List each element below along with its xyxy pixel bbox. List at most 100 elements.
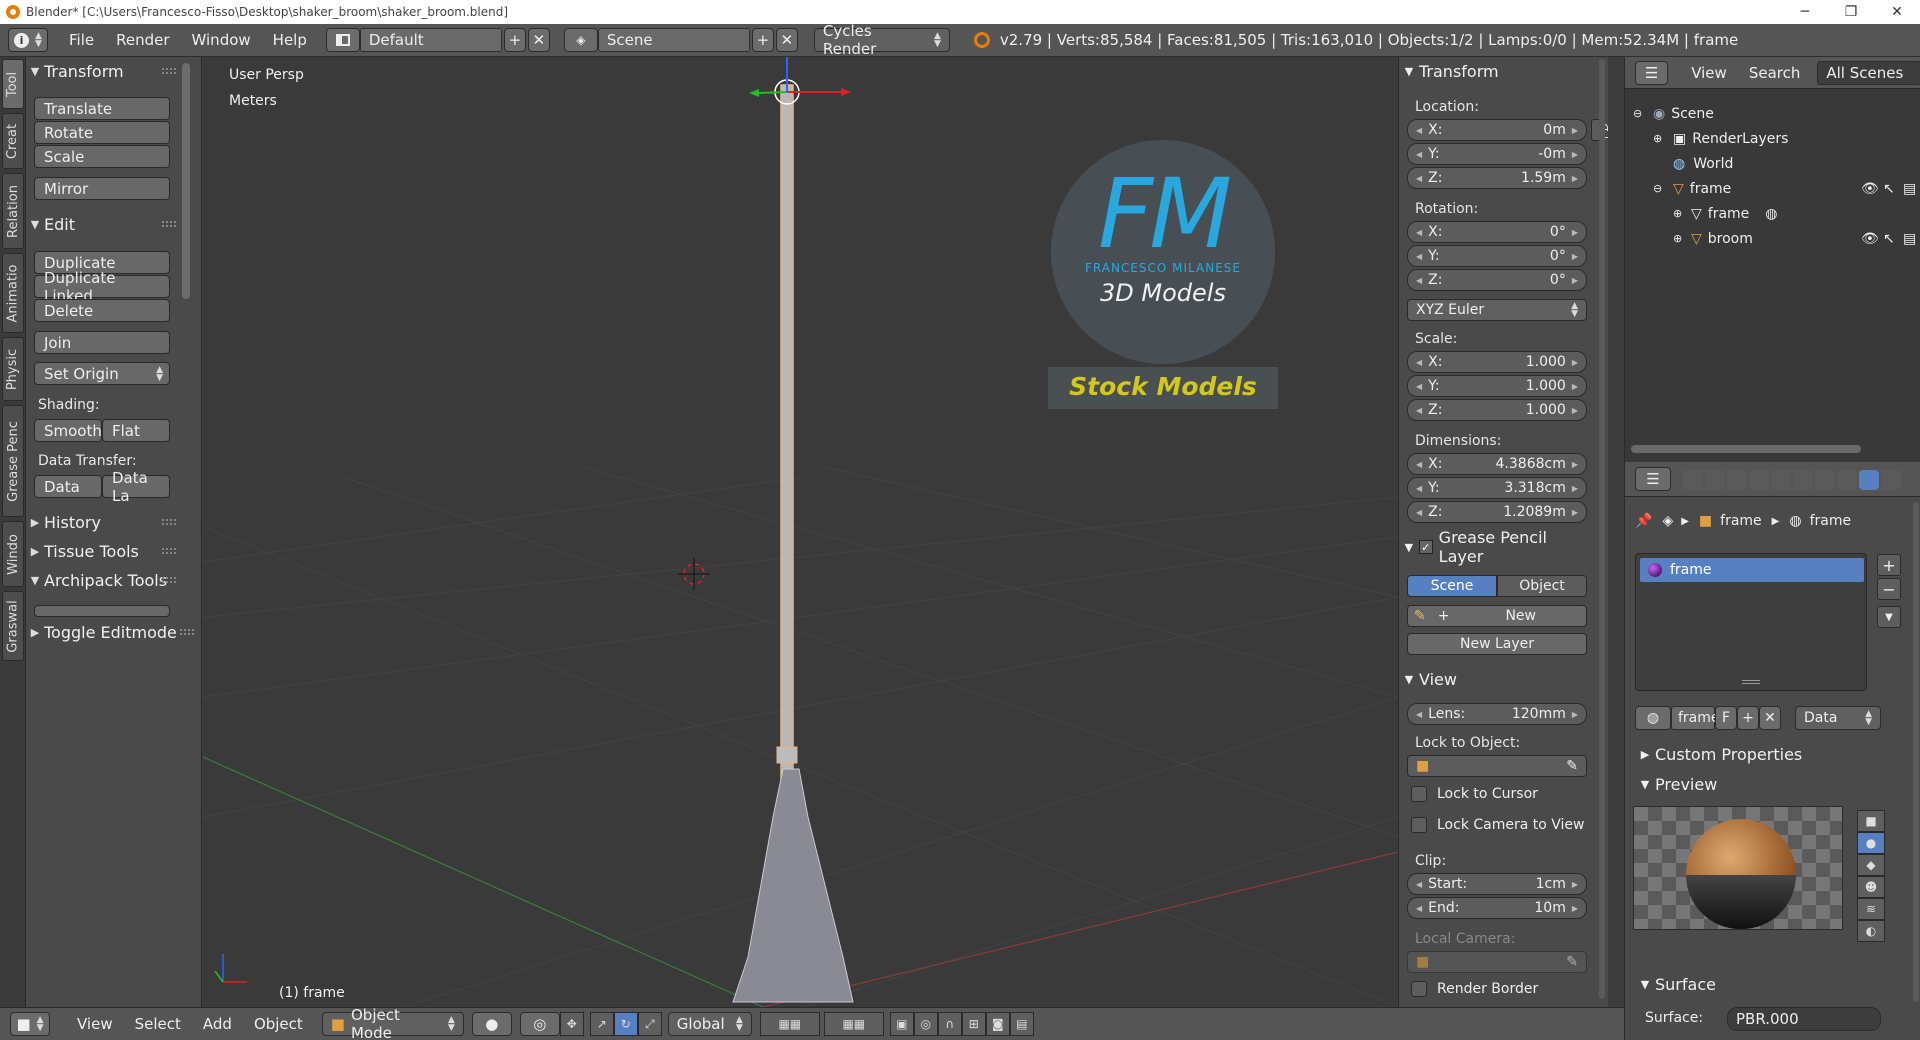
- delete-button[interactable]: Delete: [34, 299, 170, 322]
- menu-help[interactable]: Help: [262, 31, 318, 49]
- archipack-partial-button[interactable]: [34, 605, 170, 617]
- location-z-field[interactable]: ◀ Z: 1.59m ▶: [1407, 167, 1587, 189]
- panel-transform-header[interactable]: ▼ Transform: [26, 59, 202, 83]
- panel-edit-header[interactable]: ▼ Edit: [26, 212, 202, 236]
- render-layers-tab-icon[interactable]: [1705, 470, 1725, 490]
- constraints-tab-icon[interactable]: [1793, 470, 1813, 490]
- snap-toggle-button[interactable]: ∩: [937, 1012, 962, 1036]
- outliner-row-scene[interactable]: ⊖ ◉ Scene: [1625, 101, 1920, 126]
- modifiers-tab-icon[interactable]: [1815, 470, 1835, 490]
- render-border-checkbox[interactable]: [1411, 981, 1427, 997]
- location-x-field[interactable]: ◀ X: 0m ▶: [1407, 119, 1587, 141]
- layout-name-field[interactable]: Default: [359, 28, 502, 52]
- menu-file[interactable]: File: [58, 31, 105, 49]
- preview-cube-button[interactable]: ◆: [1857, 854, 1885, 876]
- join-button[interactable]: Join: [34, 331, 170, 354]
- 3d-viewport[interactable]: User Persp Meters (1) frame FM FRANCESCO…: [203, 57, 1398, 1007]
- panel-toggle-editmode-header[interactable]: ▶ Toggle Editmode: [26, 617, 202, 647]
- tab-graswal[interactable]: Graswal: [2, 591, 24, 661]
- preview-flat-button[interactable]: ■: [1857, 810, 1885, 832]
- rotate-manipulator-button[interactable]: ↻: [613, 1012, 638, 1036]
- manipulator-toggle-button[interactable]: ✥: [559, 1012, 584, 1036]
- scale-y-field[interactable]: ◀ Y: 1.000 ▶: [1407, 375, 1587, 397]
- proportional-edit-button[interactable]: ◎: [913, 1012, 938, 1036]
- preview-sphere-button[interactable]: ●: [1857, 832, 1885, 854]
- outliner-row-renderlayers[interactable]: ⊕ ▣ RenderLayers: [1625, 126, 1920, 151]
- panel-history-header[interactable]: ▶ History: [26, 510, 202, 534]
- mirror-button[interactable]: Mirror: [34, 177, 170, 200]
- unlink-material-button[interactable]: ✕: [1759, 706, 1781, 730]
- tab-create[interactable]: Creat: [2, 113, 24, 169]
- tab-animation[interactable]: Animatio: [2, 253, 24, 333]
- panel-view-header[interactable]: ▼ View: [1399, 667, 1595, 691]
- panel-surface-header[interactable]: ▼ Surface: [1635, 972, 1915, 996]
- layers-grid-1[interactable]: ▦▦: [759, 1012, 820, 1036]
- world-tab-icon[interactable]: [1749, 470, 1769, 490]
- menu-add[interactable]: Add: [192, 1015, 243, 1033]
- preview-monkey-button[interactable]: ☻: [1857, 876, 1885, 898]
- cursor-select-icon[interactable]: ↖: [1883, 231, 1895, 247]
- drag-grip-icon[interactable]: [162, 548, 176, 554]
- rotate-button[interactable]: Rotate: [34, 121, 170, 144]
- outliner-row-broom[interactable]: ⊕ ▽ broom 👁 ↖ ▤: [1625, 226, 1920, 251]
- remove-scene-button[interactable]: ✕: [775, 28, 798, 52]
- drag-grip-icon[interactable]: [162, 577, 176, 583]
- dimensions-z-field[interactable]: ◀ Z: 1.2089m ▶: [1407, 501, 1587, 523]
- clip-end-field[interactable]: ◀ End: 10m ▶: [1407, 897, 1587, 919]
- scene-tab-icon[interactable]: [1727, 470, 1747, 490]
- clip-start-field[interactable]: ◀ Start: 1cm ▶: [1407, 873, 1587, 895]
- panel-tissue-header[interactable]: ▶ Tissue Tools: [26, 539, 202, 563]
- tab-relations[interactable]: Relation: [2, 173, 24, 249]
- menu-render[interactable]: Render: [105, 31, 180, 49]
- close-button[interactable]: ✕: [1874, 0, 1920, 24]
- outliner-view-menu[interactable]: View: [1680, 64, 1738, 82]
- scale-z-field[interactable]: ◀ Z: 1.000 ▶: [1407, 399, 1587, 421]
- tab-tool[interactable]: Tool: [2, 59, 24, 109]
- pin-icon[interactable]: 📌: [1635, 513, 1652, 529]
- shade-smooth-button[interactable]: Smooth: [34, 419, 102, 442]
- scale-button[interactable]: Scale: [34, 145, 170, 168]
- properties-editor-type-button[interactable]: ☰: [1635, 467, 1671, 491]
- data-transfer-button[interactable]: Data: [34, 475, 102, 498]
- remove-layout-button[interactable]: ✕: [527, 28, 550, 52]
- scene-browse-button[interactable]: ◈: [563, 28, 598, 52]
- material-browse-button[interactable]: ◍: [1635, 706, 1671, 730]
- menu-window[interactable]: Window: [181, 31, 262, 49]
- transform-orientation-dropdown[interactable]: Global ▲ ▼: [667, 1012, 752, 1036]
- outliner-editor-type-button[interactable]: ☰: [1635, 60, 1669, 85]
- render-tab-icon[interactable]: [1683, 470, 1703, 490]
- tab-window[interactable]: Windo: [2, 521, 24, 587]
- texture-tab-icon[interactable]: [1881, 470, 1901, 490]
- tab-physics[interactable]: Physic: [2, 337, 24, 401]
- duplicate-linked-button[interactable]: Duplicate Linked: [34, 269, 170, 305]
- render-engine-dropdown[interactable]: Cycles Render ▲ ▼: [813, 22, 950, 58]
- drag-grip-icon[interactable]: [162, 68, 176, 74]
- npanel-scrollbar[interactable]: [1599, 59, 1605, 999]
- new-material-button[interactable]: +: [1737, 706, 1759, 730]
- material-name-field[interactable]: frame: [1671, 706, 1720, 730]
- menu-view[interactable]: View: [66, 1015, 124, 1033]
- eye-icon[interactable]: 👁: [1861, 231, 1879, 247]
- shade-flat-button[interactable]: Flat: [102, 419, 170, 442]
- preview-hair-button[interactable]: ≋: [1857, 898, 1885, 920]
- list-resize-grip-icon[interactable]: [1742, 680, 1760, 684]
- gp-scene-toggle[interactable]: Scene: [1407, 575, 1497, 597]
- lock-object-field[interactable]: ■ ✎: [1407, 755, 1587, 777]
- menu-object[interactable]: Object: [243, 1015, 314, 1033]
- menu-select[interactable]: Select: [124, 1015, 192, 1033]
- preview-sky-button[interactable]: ◐: [1857, 920, 1885, 942]
- outliner-row-frame-object[interactable]: ⊖ ▽ frame 👁 ↖ ▤: [1625, 176, 1920, 201]
- outliner-filter-dropdown[interactable]: All Scenes: [1817, 60, 1920, 85]
- lock-to-cursor-checkbox[interactable]: [1411, 786, 1427, 802]
- toolshelf-scrollbar[interactable]: [182, 63, 190, 299]
- opengl-anim-button[interactable]: ▤: [1009, 1012, 1034, 1036]
- camera-render-icon[interactable]: ▤: [1903, 181, 1916, 197]
- opengl-render-button[interactable]: ◙: [985, 1012, 1010, 1036]
- snap-element-button[interactable]: ⊞: [961, 1012, 986, 1036]
- material-tab-icon[interactable]: [1859, 470, 1879, 490]
- lock-camera-checkbox[interactable]: [1411, 817, 1427, 833]
- local-camera-field[interactable]: ■ ✎: [1407, 951, 1587, 973]
- material-slot-item[interactable]: frame: [1640, 558, 1864, 582]
- scale-x-field[interactable]: ◀ X: 1.000 ▶: [1407, 351, 1587, 373]
- material-link-dropdown[interactable]: Data ▲ ▼: [1795, 706, 1881, 730]
